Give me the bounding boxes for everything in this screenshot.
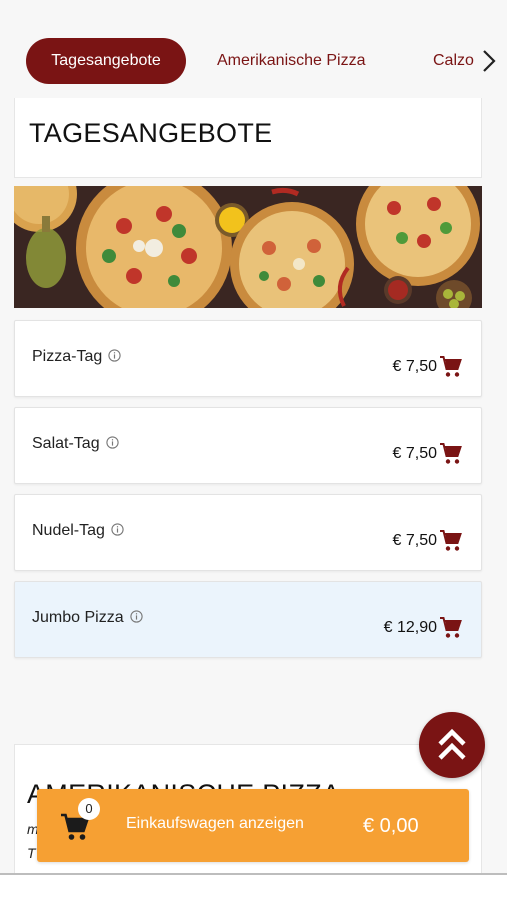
add-to-cart-icon[interactable] [439, 442, 463, 466]
info-icon[interactable] [111, 523, 124, 536]
chevron-right-icon[interactable] [478, 48, 500, 74]
item-name: Jumbo Pizza [32, 609, 124, 626]
category-tabs: Tagesangebote Amerikanische Pizza Calzo [0, 0, 507, 100]
info-icon[interactable] [129, 610, 143, 623]
bottom-bar [0, 875, 507, 900]
list-item-pizza-tag[interactable]: Pizza-Tag € 7,50 [14, 320, 482, 397]
view-cart-button[interactable]: 0 Einkaufswagen anzeigen € 0,00 [37, 789, 469, 862]
item-name: Pizza-Tag [32, 348, 103, 365]
double-chevron-up-icon [438, 728, 466, 760]
scroll-to-top-button[interactable] [419, 712, 485, 778]
item-price: € 12,90 [383, 619, 437, 636]
item-name: Salat-Tag [32, 435, 100, 452]
list-item-jumbo-pizza[interactable]: Jumbo Pizza € 12,90 [14, 581, 482, 658]
tab-tagesangebote[interactable]: Tagesangebote [26, 38, 186, 84]
add-to-cart-icon[interactable] [439, 355, 463, 379]
section-description: T [27, 845, 36, 861]
cart-total: € 0,00 [363, 815, 419, 837]
list-item-salat-tag[interactable]: Salat-Tag € 7,50 [14, 407, 482, 484]
info-icon[interactable] [108, 349, 121, 362]
list-item-nudel-tag[interactable]: Nudel-Tag € 7,50 [14, 494, 482, 571]
pizza-banner-image [14, 186, 482, 308]
section-header: TAGESANGEBOTE [14, 98, 482, 178]
item-price: € 7,50 [392, 358, 437, 375]
tab-amerikanische-pizza[interactable]: Amerikanische Pizza [217, 38, 366, 84]
section-title: TAGESANGEBOTE [29, 118, 273, 148]
item-name: Nudel-Tag [32, 522, 105, 539]
item-price: € 7,50 [392, 532, 437, 549]
info-icon[interactable] [105, 436, 119, 449]
tab-calzone[interactable]: Calzo [433, 38, 474, 84]
cart-count-badge: 0 [78, 798, 100, 820]
add-to-cart-icon[interactable] [439, 529, 463, 553]
item-price: € 7,50 [392, 445, 437, 462]
add-to-cart-icon[interactable] [439, 616, 463, 640]
cart-label: Einkaufswagen anzeigen [126, 815, 304, 832]
